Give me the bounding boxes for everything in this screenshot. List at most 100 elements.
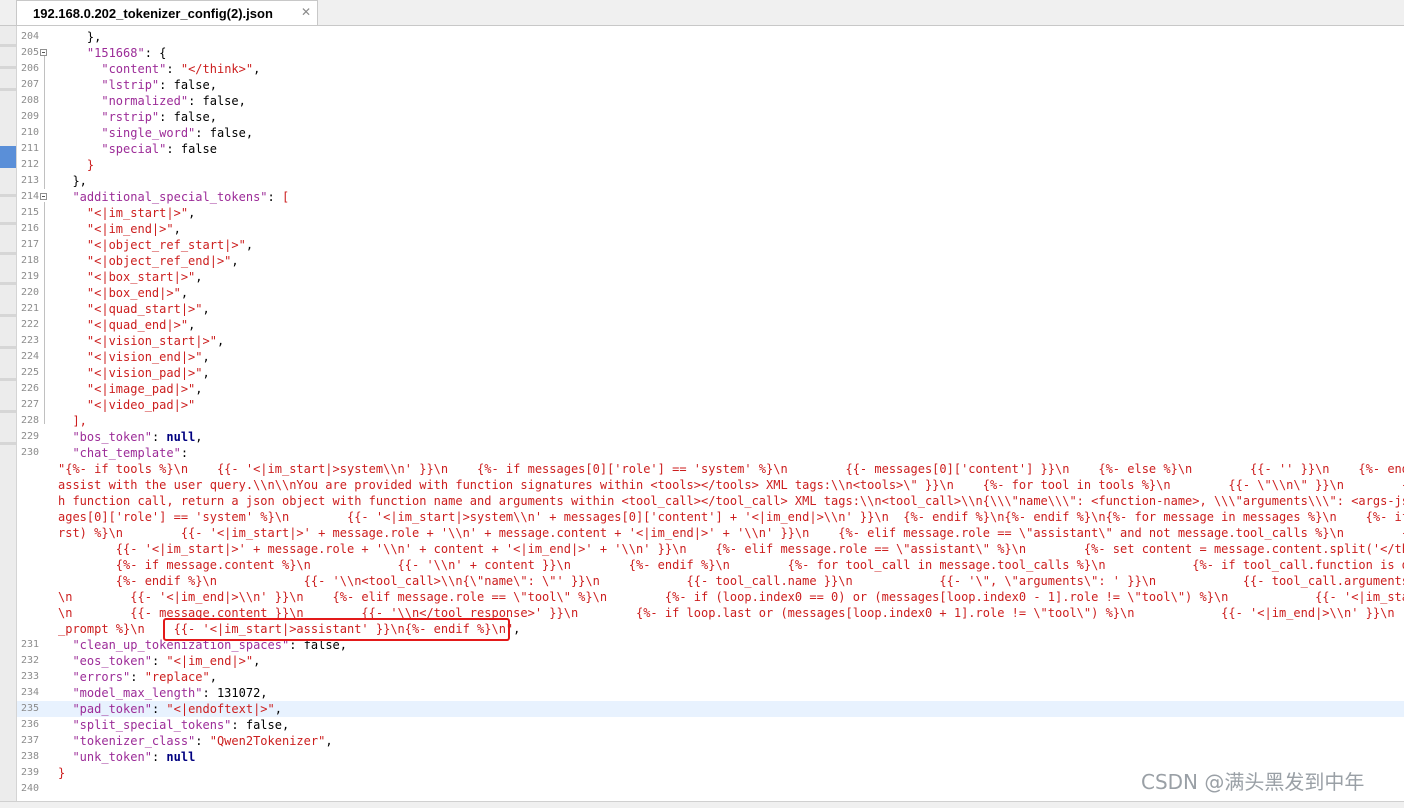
line-number: 232 [20,655,39,666]
code-line[interactable]: ages[0]['role'] == 'system' %}\n {{- '<|… [17,509,1404,525]
code-line[interactable]: 217 "<|object_ref_start|>", [17,237,1404,253]
line-number: 224 [20,351,39,362]
close-icon[interactable]: ✕ [301,5,311,19]
code-text: {{- '<|im_start|>' + message.role + '\\n… [58,541,1404,557]
code-text: }, [58,173,86,189]
code-text: "<|vision_end|>", [58,349,210,365]
code-line[interactable]: 229 "bos_token": null, [17,429,1404,445]
code-token: : false, [231,718,290,732]
line-number: 219 [20,271,39,282]
code-token: "replace" [144,670,210,684]
code-token: }, [86,30,102,44]
code-line[interactable]: 232 "eos_token": "<|im_end|>", [17,653,1404,669]
line-number: 237 [20,735,39,746]
code-line[interactable]: rst) %}\n {{- '<|im_start|>' + message.r… [17,525,1404,541]
line-number: 217 [20,239,39,250]
line-number: 225 [20,367,39,378]
code-token: , [513,622,521,636]
code-line[interactable]: \n {{- message.content }}\n {{- '\\n</to… [17,605,1404,621]
code-token: , [195,270,203,284]
code-token: "pad_token" [72,702,152,716]
code-token: "content" [101,62,167,76]
code-line[interactable]: 209 "rstrip": false, [17,109,1404,125]
code-text: "<|object_ref_start|>", [58,237,253,253]
code-line[interactable]: 231 "clean_up_tokenization_spaces": fals… [17,637,1404,653]
line-number: 227 [20,399,39,410]
code-line[interactable]: 212 } [17,157,1404,173]
code-text: _prompt %}\n {{- '<|im_start|>assistant'… [58,621,520,637]
code-line[interactable]: 227 "<|video_pad|>" [17,397,1404,413]
code-line[interactable]: {%- if message.content %}\n {{- '\\n' + … [17,557,1404,573]
fold-toggle-icon[interactable] [40,49,47,56]
line-number: 205 [20,47,39,58]
code-line[interactable]: 224 "<|vision_end|>", [17,349,1404,365]
code-line[interactable]: _prompt %}\n {{- '<|im_start|>assistant'… [17,621,1404,637]
code-text: "<|box_end|>", [58,285,188,301]
code-token: "<|box_start|>" [86,270,196,284]
code-line[interactable]: 234 "model_max_length": 131072, [17,685,1404,701]
code-text: "<|vision_start|>", [58,333,224,349]
line-number: 234 [20,687,39,698]
code-line[interactable]: 206 "content": "</think>", [17,61,1404,77]
code-line[interactable]: 205 "151668": { [17,45,1404,61]
line-number: 212 [20,159,39,170]
code-line[interactable]: 223 "<|vision_start|>", [17,333,1404,349]
code-token: : [180,446,189,460]
code-text: "tokenizer_class": "Qwen2Tokenizer", [58,733,332,749]
code-text: ages[0]['role'] == 'system' %}\n {{- '<|… [58,509,1404,525]
code-text: "<|im_end|>", [58,221,181,237]
code-line[interactable]: 213 }, [17,173,1404,189]
code-line[interactable]: 210 "single_word": false, [17,125,1404,141]
line-number: 236 [20,719,39,730]
code-text: "<|object_ref_end|>", [58,253,239,269]
code-token: "Qwen2Tokenizer" [209,734,326,748]
code-line[interactable]: 221 "<|quad_start|>", [17,301,1404,317]
code-line[interactable]: 222 "<|quad_end|>", [17,317,1404,333]
code-line[interactable]: 219 "<|box_start|>", [17,269,1404,285]
code-line[interactable]: 214 "additional_special_tokens": [ [17,189,1404,205]
code-line[interactable]: {{- '<|im_start|>' + message.role + '\\n… [17,541,1404,557]
line-number: 238 [20,751,39,762]
code-text: "<|image_pad|>", [58,381,203,397]
code-line[interactable]: 220 "<|box_end|>", [17,285,1404,301]
code-token: } [86,158,95,172]
code-line[interactable]: assist with the user query.\\n\\nYou are… [17,477,1404,493]
panel-marker [0,410,16,413]
code-line[interactable]: \n {{- '<|im_end|>\\n' }}\n {%- elif mes… [17,589,1404,605]
code-line[interactable]: 218 "<|object_ref_end|>", [17,253,1404,269]
code-line[interactable]: 225 "<|vision_pad|>", [17,365,1404,381]
code-token: : [166,62,181,76]
code-token: : false, [195,126,254,140]
line-number: 229 [20,431,39,442]
code-line[interactable]: 216 "<|im_end|>", [17,221,1404,237]
code-line[interactable]: 237 "tokenizer_class": "Qwen2Tokenizer", [17,733,1404,749]
code-line[interactable]: 208 "normalized": false, [17,93,1404,109]
fold-toggle-icon[interactable] [40,193,47,200]
code-token: "single_word" [101,126,196,140]
line-number: 218 [20,255,39,266]
code-line[interactable]: 236 "split_special_tokens": false, [17,717,1404,733]
code-line[interactable]: 228 ], [17,413,1404,429]
code-line[interactable]: 226 "<|image_pad|>", [17,381,1404,397]
panel-selected-marker [0,146,16,168]
file-tab[interactable]: 192.168.0.202_tokenizer_config(2).json ✕ [16,0,318,25]
code-line[interactable]: 204 }, [17,29,1404,45]
code-line[interactable]: 233 "errors": "replace", [17,669,1404,685]
code-editor[interactable]: 204 }, 205 "151668": {206 "content": "</t… [17,26,1404,801]
code-text: }, [58,29,101,45]
line-number: 208 [20,95,39,106]
code-line[interactable]: 207 "lstrip": false, [17,77,1404,93]
code-line[interactable]: 238 "unk_token": null [17,749,1404,765]
code-line[interactable]: 235 "pad_token": "<|endoftext|>", [17,701,1404,717]
code-line[interactable]: "{%- if tools %}\n {{- '<|im_start|>syst… [17,461,1404,477]
code-token: "<|image_pad|>" [86,382,196,396]
code-token: null [166,430,196,444]
code-line[interactable]: {%- endif %}\n {{- '\\n<tool_call>\\n{\"… [17,573,1404,589]
code-line[interactable]: h function call, return a json object wi… [17,493,1404,509]
code-token: {{- '<|im_start|>' + message.role + '\\n… [58,542,1404,556]
code-line[interactable]: 215 "<|im_start|>", [17,205,1404,221]
code-line[interactable]: 211 "special": false [17,141,1404,157]
code-text: "normalized": false, [58,93,246,109]
code-token: : [267,190,282,204]
code-line[interactable]: 230 "chat_template": [17,445,1404,461]
